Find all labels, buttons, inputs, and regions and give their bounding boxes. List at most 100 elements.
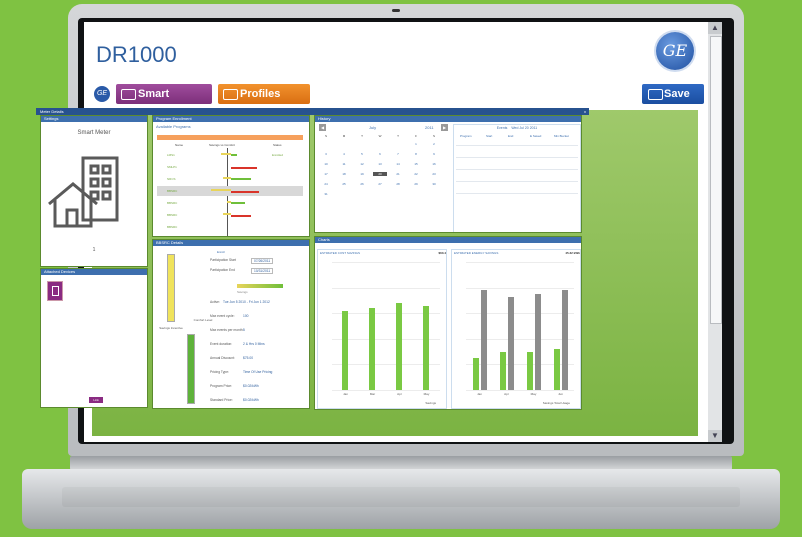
calendar-date[interactable]: 21 — [391, 172, 405, 176]
calendar-date[interactable]: 12 — [355, 162, 369, 166]
program-row[interactable]: LMS1 Enrolled — [157, 150, 303, 160]
gridline — [332, 287, 440, 289]
calendar-date[interactable]: 3 — [319, 152, 333, 156]
calendar-date[interactable]: 14 — [391, 162, 405, 166]
bar-savings[interactable] — [499, 351, 506, 390]
bar-savings[interactable] — [526, 351, 533, 390]
field-value: 2 & Hrs 0 Mins — [243, 342, 265, 346]
calendar-date[interactable]: 13 — [373, 162, 387, 166]
events-date: Wed Jul 20 2011 — [511, 126, 538, 130]
program-name: BBSRC — [167, 225, 178, 229]
energy-chart-legend: Savings Total Usage — [542, 401, 570, 405]
calendar-date[interactable]: 11 — [337, 162, 351, 166]
savings-bar — [221, 153, 231, 155]
calendar-date[interactable]: 23 — [427, 172, 441, 176]
calendar-date[interactable]: 8 — [409, 152, 423, 156]
field-value: Time Of Use Pricing — [243, 370, 273, 374]
calendar-date[interactable]: 9 — [427, 152, 441, 156]
calendar-date[interactable]: 15 — [409, 162, 423, 166]
field-value: $0.02/kWh — [243, 398, 259, 402]
calendar-date[interactable]: 16 — [427, 162, 441, 166]
cost-chart-total: $60.4 — [438, 251, 446, 255]
calendar-date[interactable]: 1 — [409, 142, 423, 146]
participation-start-field[interactable]: 07/26/2011 — [251, 258, 274, 264]
calendar-date[interactable]: 4 — [337, 152, 351, 156]
save-button[interactable]: Save — [642, 84, 704, 104]
field-value: 100 — [243, 314, 249, 318]
calendar-date[interactable]: 26 — [355, 182, 369, 186]
calendar-date[interactable]: 10 — [319, 162, 333, 166]
charts-left-date[interactable]: Sun Jul 17 2011 — [411, 238, 435, 242]
events-col-e-saved: E Saved — [530, 134, 542, 138]
vertical-scrollbar[interactable]: ▲ ▼ — [708, 22, 722, 442]
program-row[interactable]: NRCS — [157, 174, 303, 184]
participation-start-label: Participation Start — [210, 258, 237, 262]
field-value: 5 — [243, 328, 245, 332]
charts-right-date[interactable]: Wed Jul 20 2011 — [453, 238, 477, 242]
home-ge-icon[interactable]: GE — [94, 86, 110, 102]
device-count: 1 — [92, 247, 96, 253]
calendar-date[interactable]: 28 — [391, 182, 405, 186]
meter-details-title: Meter Details — [40, 109, 64, 114]
calendar-date[interactable]: 29 — [409, 182, 423, 186]
calendar-date[interactable]: 30 — [427, 182, 441, 186]
program-row[interactable]: BBSRC — [157, 222, 303, 232]
scroll-down-icon[interactable]: ▼ — [708, 430, 722, 442]
calendar-date[interactable]: 22 — [409, 172, 423, 176]
link-button[interactable]: Link — [89, 397, 103, 403]
device-icon — [121, 89, 136, 100]
bar-savings[interactable] — [342, 310, 348, 390]
savings-comfort-slider[interactable] — [237, 284, 283, 288]
bar-total-usage[interactable] — [534, 294, 541, 390]
calendar-date[interactable]: 25 — [337, 182, 351, 186]
calendar-date[interactable]: 24 — [319, 182, 333, 186]
gridline — [332, 262, 440, 263]
cost-chart-plot: Jan Mar Apr May — [332, 262, 440, 396]
tab-profiles[interactable]: Profiles — [218, 84, 310, 104]
history-title: History — [315, 116, 581, 122]
bar-savings[interactable] — [396, 302, 402, 390]
calendar-weekday: S — [324, 134, 327, 138]
smart-home-icon — [48, 156, 119, 228]
bar-total-usage[interactable] — [507, 296, 514, 390]
calendar-date[interactable]: 19 — [355, 172, 369, 176]
bar-savings[interactable] — [369, 308, 375, 390]
calendar-date[interactable]: 31 — [319, 192, 333, 196]
x-tick-label: Mar — [369, 392, 376, 396]
energy-savings-chart: ESTIMATED ENERGY SAVINGS 45.32 kWh Jan Ap… — [451, 249, 581, 409]
calendar-date[interactable]: 27 — [373, 182, 387, 186]
calendar-date[interactable]: 6 — [373, 152, 387, 156]
program-row[interactable]: BBSRC — [157, 198, 303, 208]
participation-end-field[interactable]: 10/31/2011 — [251, 268, 274, 274]
events-table: Events Wed Jul 20 2011 Program Start End… — [453, 124, 581, 232]
calendar-date[interactable]: 17 — [319, 172, 333, 176]
program-row[interactable]: SMLP1 — [157, 162, 303, 172]
save-label: Save — [664, 88, 690, 100]
participation-end-label: Participation End — [210, 268, 235, 272]
calendar-date[interactable]: 2 — [427, 142, 441, 146]
bar-savings[interactable] — [553, 349, 560, 390]
energy-chart-header: ESTIMATED ENERGY SAVINGS 45.32 kWh — [454, 251, 580, 255]
enroll-checkbox[interactable]: Enroll — [217, 250, 225, 254]
next-month-icon[interactable]: ▶ — [441, 124, 448, 131]
scroll-thumb[interactable] — [710, 36, 722, 324]
tab-smart-devices[interactable]: Smart Devices — [116, 84, 212, 120]
calendar-date-selected[interactable]: 20 — [373, 172, 387, 176]
program-row[interactable]: BBSRC — [157, 210, 303, 220]
gauge-comfort-label: Comfort Level — [193, 318, 213, 322]
calendar-date[interactable]: 7 — [391, 152, 405, 156]
close-icon[interactable]: x — [584, 108, 586, 115]
bar-savings[interactable] — [423, 305, 429, 390]
events-title: Events — [496, 126, 508, 130]
scroll-up-icon[interactable]: ▲ — [708, 22, 722, 34]
program-row-selected[interactable]: BBSRC — [157, 186, 303, 196]
calendar-date[interactable]: 5 — [355, 152, 369, 156]
selected-program-highlight — [157, 135, 303, 140]
bar-total-usage[interactable] — [480, 290, 487, 390]
bar-total-usage[interactable] — [561, 290, 568, 390]
attached-device-icon[interactable] — [47, 281, 63, 301]
events-col-program: Program — [460, 134, 472, 138]
bar-savings[interactable] — [472, 358, 479, 390]
prev-month-icon[interactable]: ◀ — [319, 124, 326, 131]
calendar-date[interactable]: 18 — [337, 172, 351, 176]
